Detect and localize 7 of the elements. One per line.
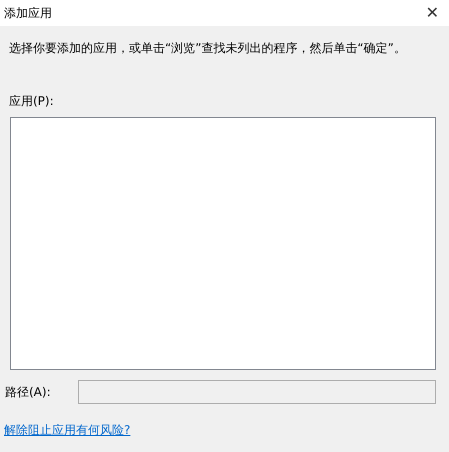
risk-link[interactable]: 解除阻止应用有何风险?: [4, 422, 130, 439]
instruction-text: 选择你要添加的应用，或单击“浏览”查找未列出的程序，然后单击“确定”。: [9, 40, 407, 57]
apps-list[interactable]: [10, 117, 436, 370]
window-title: 添加应用: [4, 4, 52, 22]
path-label: 路径(A):: [5, 384, 52, 400]
apps-label: 应用(P):: [9, 93, 55, 110]
close-button[interactable]: ✕: [426, 5, 439, 21]
